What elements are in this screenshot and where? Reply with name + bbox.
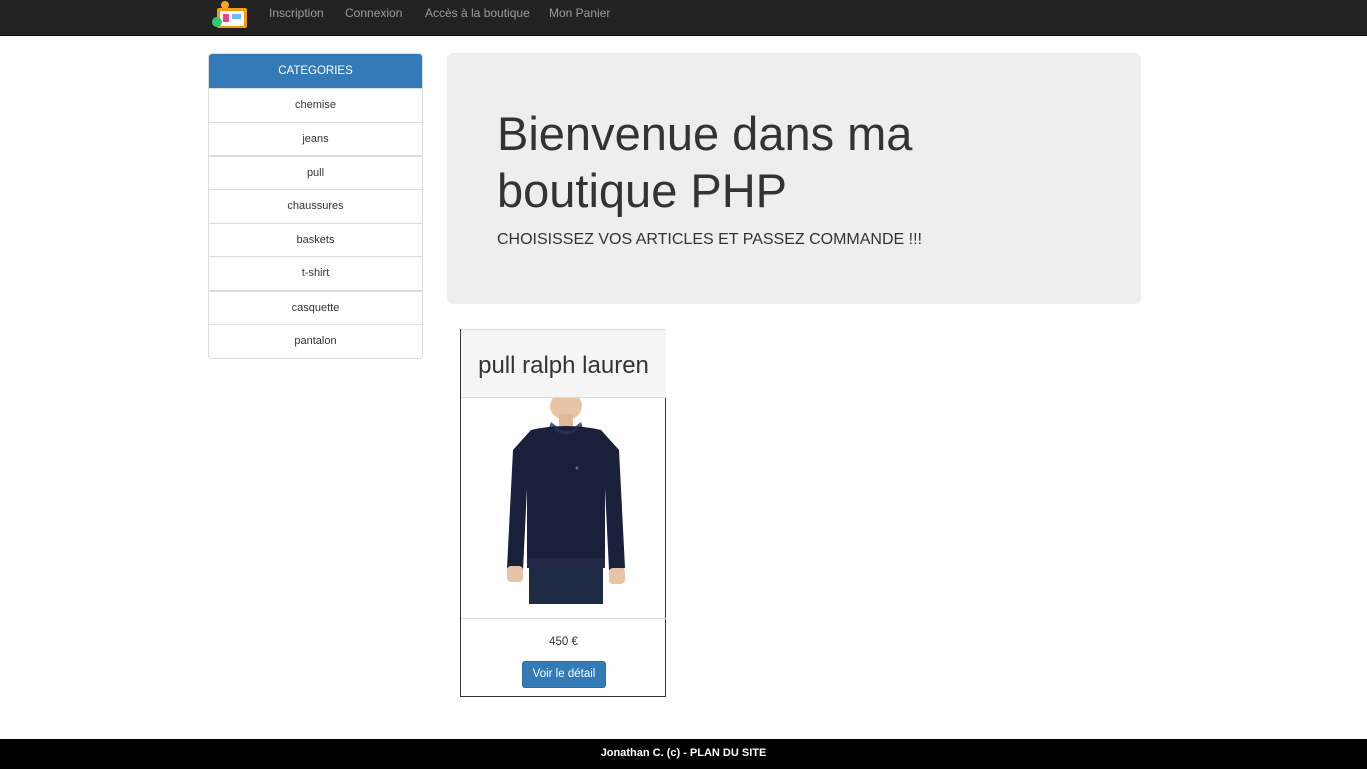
nav-link-inscription[interactable]: Inscription xyxy=(269,6,324,20)
shop-logo-icon[interactable] xyxy=(211,0,251,30)
page-subtitle: CHOISISSEZ VOS ARTICLES ET PASSEZ COMMAN… xyxy=(497,231,922,248)
product-title: pull ralph lauren xyxy=(461,329,666,398)
top-navbar: Inscription Connexion Accès à la boutiqu… xyxy=(0,0,1367,36)
category-item-jeans[interactable]: jeans xyxy=(209,121,422,156)
category-item-baskets[interactable]: baskets xyxy=(209,222,422,257)
categories-header: CATEGORIES xyxy=(209,54,422,88)
nav-link-boutique[interactable]: Accès à la boutique xyxy=(425,6,530,20)
category-item-pantalon[interactable]: pantalon xyxy=(209,323,422,358)
category-item-tshirt[interactable]: t-shirt xyxy=(209,256,422,290)
product-card: pull ralph lauren 450 € Voir le détail xyxy=(460,329,666,697)
nav-link-connexion[interactable]: Connexion xyxy=(345,6,402,20)
category-item-casquette[interactable]: casquette xyxy=(209,290,422,324)
footer[interactable]: Jonathan C. (c) - PLAN DU SITE xyxy=(0,739,1367,769)
category-item-chaussures[interactable]: chaussures xyxy=(209,189,422,223)
category-item-pull[interactable]: pull xyxy=(209,155,422,189)
product-divider xyxy=(461,618,666,619)
category-item-chemise[interactable]: chemise xyxy=(209,88,422,122)
welcome-jumbotron: Bienvenue dans ma boutique PHP CHOISISSE… xyxy=(447,53,1141,304)
product-image-sweater[interactable] xyxy=(501,398,631,604)
view-detail-button[interactable]: Voir le détail xyxy=(522,661,606,688)
categories-panel: CATEGORIES chemise jeans pull chaussures… xyxy=(208,53,423,359)
product-price: 450 € xyxy=(549,636,578,648)
page-title: Bienvenue dans ma boutique PHP xyxy=(497,107,913,217)
nav-link-panier[interactable]: Mon Panier xyxy=(549,6,610,20)
